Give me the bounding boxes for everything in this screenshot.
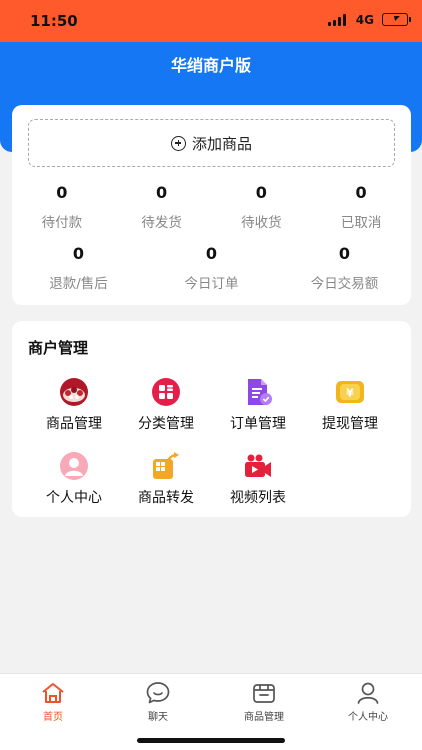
stat-today-orders[interactable]: 0 今日订单 bbox=[145, 244, 278, 292]
order-stats-row: 0 待付款 0 待发货 0 待收货 0 已取消 bbox=[12, 183, 411, 231]
menu-label: 商品管理 bbox=[46, 416, 102, 432]
signal-icon bbox=[328, 14, 346, 26]
withdraw-management-icon: ¥ bbox=[336, 381, 364, 403]
stat-refund-aftersale[interactable]: 0 退款/售后 bbox=[12, 244, 145, 292]
tab-label: 商品管理 bbox=[244, 712, 284, 723]
menu-label: 视频列表 bbox=[230, 490, 286, 506]
tab-chat[interactable]: 聊天 bbox=[118, 680, 198, 723]
stat-label: 待发货 bbox=[141, 215, 182, 231]
stat-value: 0 bbox=[355, 183, 367, 202]
plus-circle-icon bbox=[170, 135, 186, 151]
tab-personal-center[interactable]: 个人中心 bbox=[328, 680, 408, 723]
stat-label: 已取消 bbox=[340, 215, 382, 231]
page-title: 华绡商户版 bbox=[170, 56, 251, 75]
merchant-management-card: 商户管理 商品管理 分类管理 订单管理 ¥ 提现管理 个人中心 商品转发 视频列… bbox=[12, 321, 411, 517]
stat-pending-shipment[interactable]: 0 待发货 bbox=[112, 183, 212, 231]
order-stats-row: 0 退款/售后 0 今日订单 0 今日交易额 bbox=[12, 244, 411, 292]
tab-product-management[interactable]: 商品管理 bbox=[224, 680, 304, 723]
stat-value: 0 bbox=[56, 183, 68, 202]
add-product-label: 添加商品 bbox=[191, 134, 252, 153]
shop-icon bbox=[253, 684, 275, 703]
menu-label: 个人中心 bbox=[46, 490, 102, 506]
status-bar: 11:50 4G bbox=[0, 0, 422, 42]
stat-pending-receipt[interactable]: 0 待收货 bbox=[212, 183, 312, 231]
stat-label: 今日订单 bbox=[184, 276, 239, 292]
stat-today-turnover[interactable]: 0 今日交易额 bbox=[278, 244, 411, 292]
menu-label: 订单管理 bbox=[230, 416, 286, 432]
stat-cancelled[interactable]: 0 已取消 bbox=[311, 183, 411, 231]
menu-product-management[interactable]: 商品管理 bbox=[28, 377, 120, 433]
tab-label: 首页 bbox=[43, 712, 63, 723]
menu-order-management[interactable]: 订单管理 bbox=[212, 377, 304, 433]
network-label: 4G bbox=[355, 13, 374, 27]
menu-product-forward[interactable]: 商品转发 bbox=[120, 451, 212, 507]
menu-withdraw-management[interactable]: ¥ 提现管理 bbox=[304, 377, 396, 433]
tab-label: 个人中心 bbox=[348, 712, 388, 723]
order-summary-card: 添加商品 0 待付款 0 待发货 0 待收货 0 已取消 0 退款/售后 0 今… bbox=[12, 105, 411, 305]
svg-text:¥: ¥ bbox=[346, 387, 354, 400]
home-indicator[interactable] bbox=[137, 738, 285, 743]
user-icon bbox=[357, 682, 379, 704]
stat-pending-payment[interactable]: 0 待付款 bbox=[12, 183, 112, 231]
video-list-icon bbox=[245, 454, 271, 477]
menu-video-list[interactable]: 视频列表 bbox=[212, 451, 304, 507]
stat-value: 0 bbox=[255, 183, 267, 202]
order-management-icon bbox=[248, 379, 272, 405]
chat-icon bbox=[146, 682, 170, 704]
menu-category-management[interactable]: 分类管理 bbox=[120, 377, 212, 433]
stat-value: 0 bbox=[72, 244, 85, 263]
category-management-icon bbox=[152, 378, 180, 406]
stat-label: 待付款 bbox=[41, 215, 83, 231]
stat-label: 待收货 bbox=[241, 215, 282, 231]
battery-icon bbox=[382, 13, 411, 26]
add-product-button[interactable]: 添加商品 bbox=[28, 119, 395, 167]
product-forward-icon bbox=[153, 452, 179, 479]
tab-home[interactable]: 首页 bbox=[13, 680, 93, 723]
menu-label: 分类管理 bbox=[138, 416, 194, 432]
stat-value: 0 bbox=[205, 244, 218, 263]
stat-label: 今日交易额 bbox=[310, 276, 379, 292]
menu-label: 商品转发 bbox=[138, 490, 194, 506]
stat-label: 退款/售后 bbox=[49, 276, 108, 292]
stat-value: 0 bbox=[156, 183, 168, 202]
personal-center-icon bbox=[60, 452, 88, 480]
stat-value: 0 bbox=[338, 244, 351, 263]
menu-personal-center[interactable]: 个人中心 bbox=[28, 451, 120, 507]
product-management-icon bbox=[60, 378, 88, 406]
tab-label: 聊天 bbox=[148, 712, 168, 723]
home-icon bbox=[42, 683, 64, 703]
status-time: 11:50 bbox=[30, 12, 78, 30]
menu-label: 提现管理 bbox=[322, 416, 378, 432]
section-title: 商户管理 bbox=[28, 339, 89, 357]
